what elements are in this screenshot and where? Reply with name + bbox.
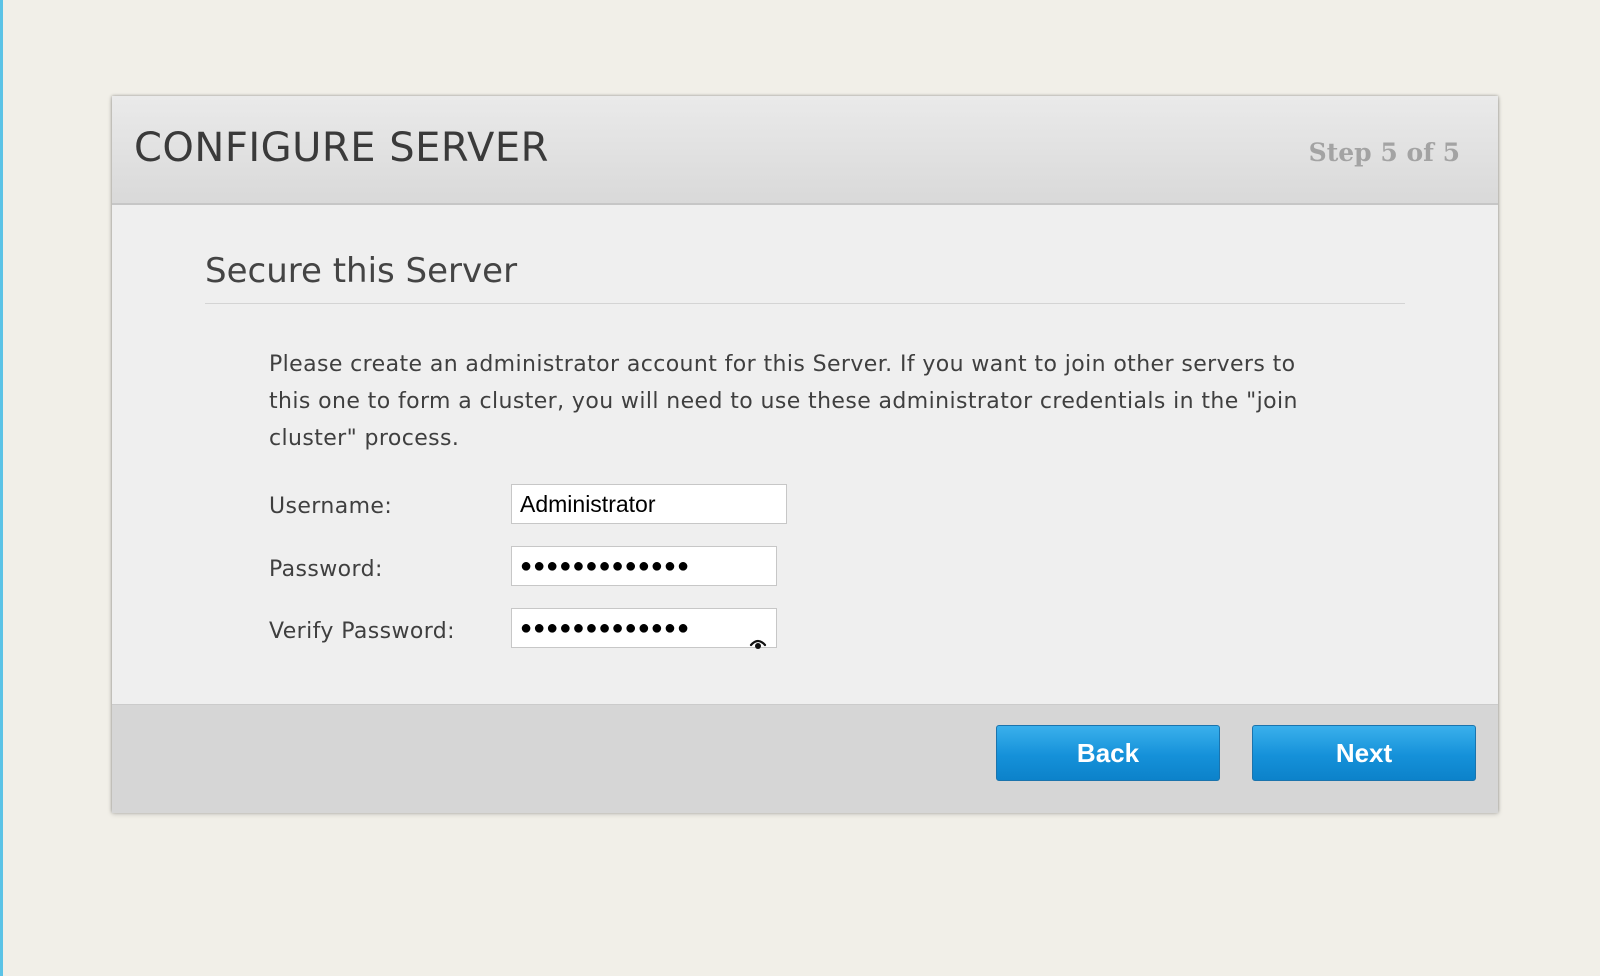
next-button[interactable]: Next	[1252, 725, 1476, 781]
eye-icon[interactable]	[749, 636, 767, 654]
step-indicator: Step 5 of 5	[1308, 138, 1460, 167]
password-label: Password:	[269, 557, 383, 582]
section-title: Secure this Server	[205, 251, 518, 291]
password-input[interactable]	[511, 546, 777, 586]
dialog-header: CONFIGURE SERVER Step 5 of 5	[112, 96, 1498, 205]
configure-server-dialog: CONFIGURE SERVER Step 5 of 5 Secure this…	[112, 96, 1498, 813]
username-label: Username:	[269, 494, 393, 519]
dialog-body: Secure this Server Please create an admi…	[112, 205, 1498, 704]
window-left-edge	[0, 0, 3, 976]
section-description: Please create an administrator account f…	[269, 352, 1298, 451]
verify-password-input[interactable]	[511, 608, 777, 648]
dialog-title: CONFIGURE SERVER	[134, 125, 549, 171]
dialog-footer: Back Next	[112, 704, 1498, 813]
username-input[interactable]	[511, 484, 787, 524]
back-button[interactable]: Back	[996, 725, 1220, 781]
verify-password-label: Verify Password:	[269, 619, 455, 644]
section-divider	[205, 303, 1405, 304]
